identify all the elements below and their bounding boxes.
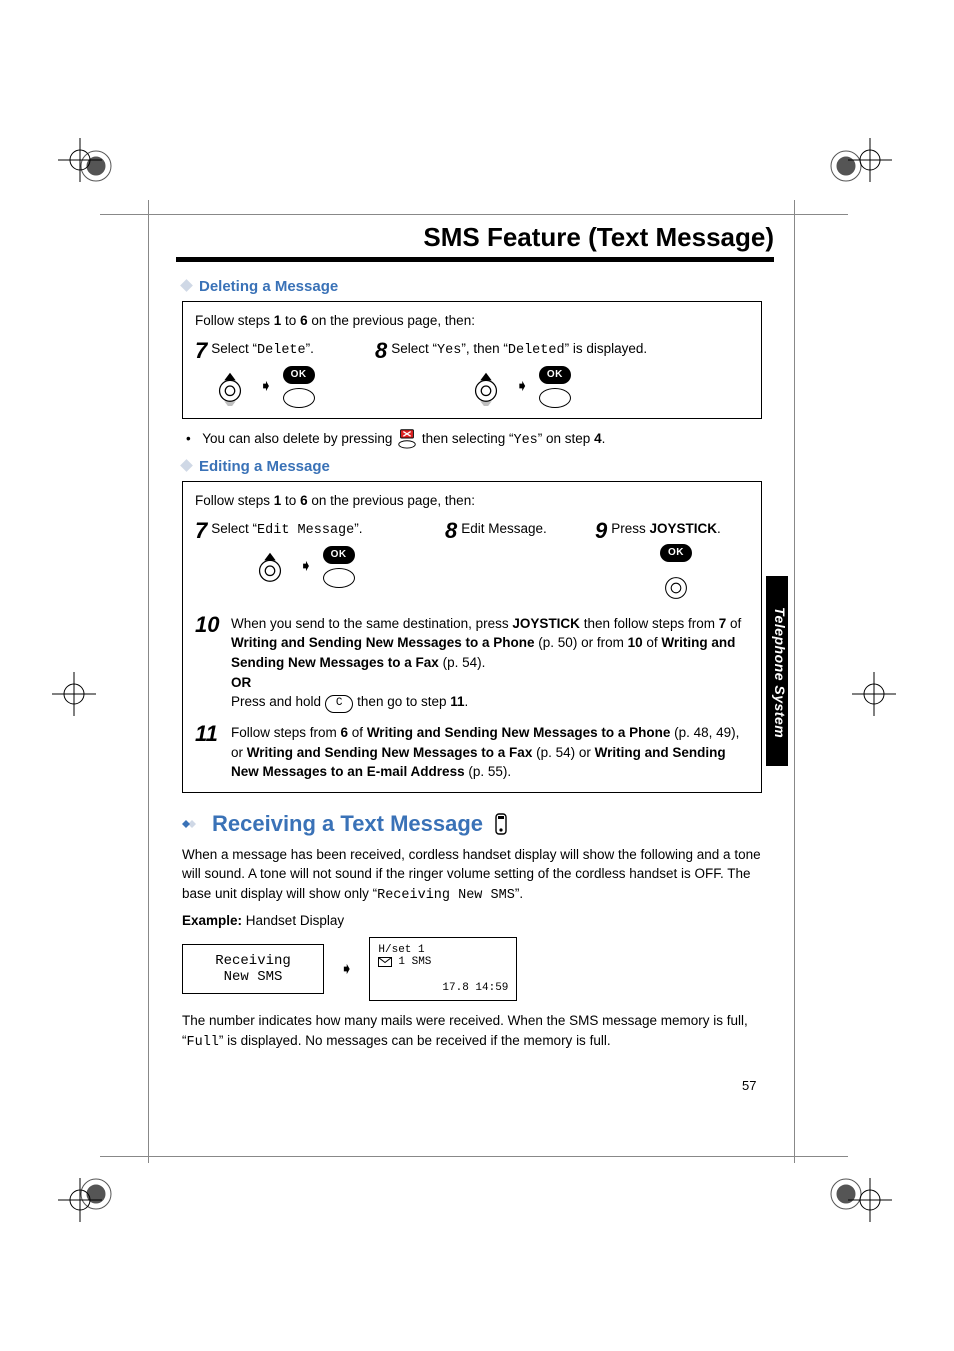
joystick-icon	[211, 368, 249, 406]
c-button-icon: C	[325, 695, 354, 713]
crosshair-icon	[52, 672, 96, 716]
subheading-deleting: Deleting a Message	[182, 278, 762, 295]
step-number-8: 8	[375, 340, 387, 362]
arrow-right-icon: ➧	[515, 376, 528, 398]
handset-icon	[493, 813, 509, 835]
subheading-editing: Editing a Message	[182, 458, 762, 475]
receiving-paragraph-2: The number indicates how many mails were…	[182, 1011, 762, 1052]
joystick-icon	[251, 548, 289, 586]
joystick-icon	[467, 368, 505, 406]
step-number-8: 8	[445, 520, 457, 542]
lcd-display-1: Receiving New SMS	[182, 944, 324, 994]
step-11: 11 Follow steps from 6 of Writing and Se…	[195, 723, 749, 782]
example-row: Receiving New SMS ➧ H/set 1 1 SMS 17.8 1…	[182, 937, 762, 1001]
arrow-right-icon: ➧	[259, 376, 272, 398]
ok-pill-icon: OK	[283, 366, 315, 384]
step-10: 10 When you send to the same destination…	[195, 614, 749, 713]
step-8-text: Select “Yes”, then “Deleted” is displaye…	[391, 340, 647, 360]
crosshair-icon	[848, 1178, 892, 1222]
button-icon	[283, 388, 315, 408]
lcd-display-2: H/set 1 1 SMS 17.8 14:59	[369, 937, 517, 1001]
follow-steps-line: Follow steps 1 to 6 on the previous page…	[195, 492, 749, 510]
step-number-7: 7	[195, 340, 207, 362]
section-heading: Receiving a Text Message	[212, 811, 483, 837]
deleting-box: Follow steps 1 to 6 on the previous page…	[182, 301, 762, 419]
ok-pill-icon: OK	[539, 366, 571, 384]
example-label: Example: Handset Display	[182, 911, 762, 931]
step-number-9: 9	[595, 520, 607, 542]
arrow-right-icon: ➧	[340, 959, 353, 979]
step-9-text: Press JOYSTICK.	[611, 520, 721, 538]
step-7-text: Select “Delete”.	[211, 340, 314, 360]
page-title: SMS Feature (Text Message)	[182, 222, 774, 253]
ok-pill-icon: OK	[323, 546, 355, 564]
crop-line	[100, 1156, 848, 1157]
section-heading-row: Receiving a Text Message	[182, 811, 762, 837]
crop-line	[100, 214, 848, 215]
crosshair-icon	[58, 1178, 102, 1222]
crosshair-icon	[852, 672, 896, 716]
envelope-icon	[378, 957, 392, 967]
button-icon	[323, 568, 355, 588]
delete-note: You can also delete by pressing then sel…	[186, 427, 762, 452]
clear-key-icon	[396, 427, 418, 452]
receiving-paragraph-1: When a message has been received, cordle…	[182, 845, 762, 906]
diamond-bullets-icon	[182, 814, 202, 834]
crop-line	[148, 200, 149, 1163]
page-content: SMS Feature (Text Message) Deleting a Me…	[182, 222, 762, 1058]
editing-box: Follow steps 1 to 6 on the previous page…	[182, 481, 762, 793]
step-7-text: Select “Edit Message”.	[211, 520, 362, 540]
ok-pill-icon: OK	[660, 544, 692, 562]
button-icon	[539, 388, 571, 408]
section-tab: Telephone System	[766, 576, 788, 766]
step-number-11: 11	[195, 723, 227, 745]
follow-steps-line: Follow steps 1 to 6 on the previous page…	[195, 312, 749, 330]
title-rule	[176, 257, 774, 262]
crosshair-icon	[848, 138, 892, 182]
step-8-text: Edit Message.	[461, 520, 547, 538]
crop-line	[794, 200, 795, 1163]
page-number: 57	[742, 1078, 756, 1093]
joystick-center-icon	[660, 572, 692, 604]
crosshair-icon	[58, 138, 102, 182]
step-number-7: 7	[195, 520, 207, 542]
step-number-10: 10	[195, 614, 227, 636]
arrow-right-icon: ➧	[299, 556, 312, 578]
